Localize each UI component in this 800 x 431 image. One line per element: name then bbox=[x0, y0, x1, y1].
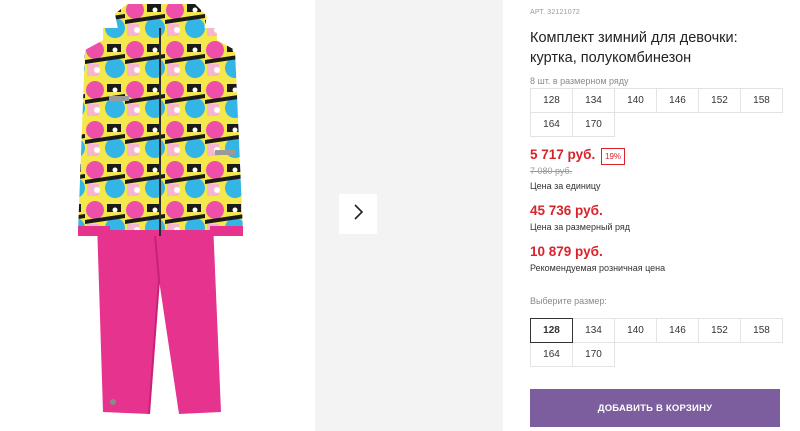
product-gallery bbox=[0, 0, 503, 431]
size-row-price: 45 736 руб. bbox=[530, 203, 603, 218]
product-photo[interactable] bbox=[45, 0, 275, 431]
unit-price: 5 717 руб. bbox=[530, 147, 596, 162]
size-option[interactable]: 140 bbox=[614, 318, 657, 343]
size-row-note: 8 шт. в размерном ряду bbox=[530, 76, 629, 86]
size-option[interactable]: 164 bbox=[530, 342, 573, 367]
article-value: 32121072 bbox=[547, 9, 581, 16]
size-row-cell: 152 bbox=[698, 88, 741, 113]
size-option-selected[interactable]: 128 bbox=[530, 318, 573, 343]
size-option[interactable]: 134 bbox=[572, 318, 615, 343]
size-row-cell: 170 bbox=[572, 112, 615, 137]
product-title: Комплект зимний для девочки: куртка, пол… bbox=[530, 30, 738, 66]
size-row-price-caption: Цена за размерный ряд bbox=[530, 222, 631, 232]
article-label: АРТ. bbox=[530, 9, 546, 16]
chevron-right-icon bbox=[352, 203, 364, 225]
next-image-button[interactable] bbox=[339, 194, 377, 234]
product-photo-image bbox=[78, 4, 243, 415]
size-row-cell: 164 bbox=[530, 112, 573, 137]
product-info: АРТ. 32121072 Комплект зимний для девочки… bbox=[530, 0, 800, 431]
size-selector: 128 134 140 146 152 158 164 170 bbox=[530, 318, 783, 367]
size-row-cell: 146 bbox=[656, 88, 699, 113]
choose-size-label: Выберите размер: bbox=[530, 296, 607, 306]
size-row-cell: 158 bbox=[740, 88, 783, 113]
retail-price-caption: Рекомендуемая розничная цена bbox=[530, 263, 666, 273]
unit-price-caption: Цена за единицу bbox=[530, 181, 601, 191]
size-row-cell: 140 bbox=[614, 88, 657, 113]
discount-badge: 19% bbox=[601, 148, 626, 165]
size-row-cell: 128 bbox=[530, 88, 573, 113]
add-to-cart-button[interactable]: ДОБАВИТЬ В КОРЗИНУ bbox=[530, 389, 780, 427]
size-option[interactable]: 170 bbox=[572, 342, 615, 367]
size-row-cell: 134 bbox=[572, 88, 615, 113]
size-option[interactable]: 158 bbox=[740, 318, 783, 343]
size-option[interactable]: 152 bbox=[698, 318, 741, 343]
size-row-grid: 128 134 140 146 152 158 164 170 bbox=[530, 88, 783, 137]
retail-price: 10 879 руб. bbox=[530, 244, 603, 259]
old-price: 7 080 руб. bbox=[530, 166, 573, 176]
size-option[interactable]: 146 bbox=[656, 318, 699, 343]
article-number: АРТ. 32121072 bbox=[530, 9, 580, 16]
